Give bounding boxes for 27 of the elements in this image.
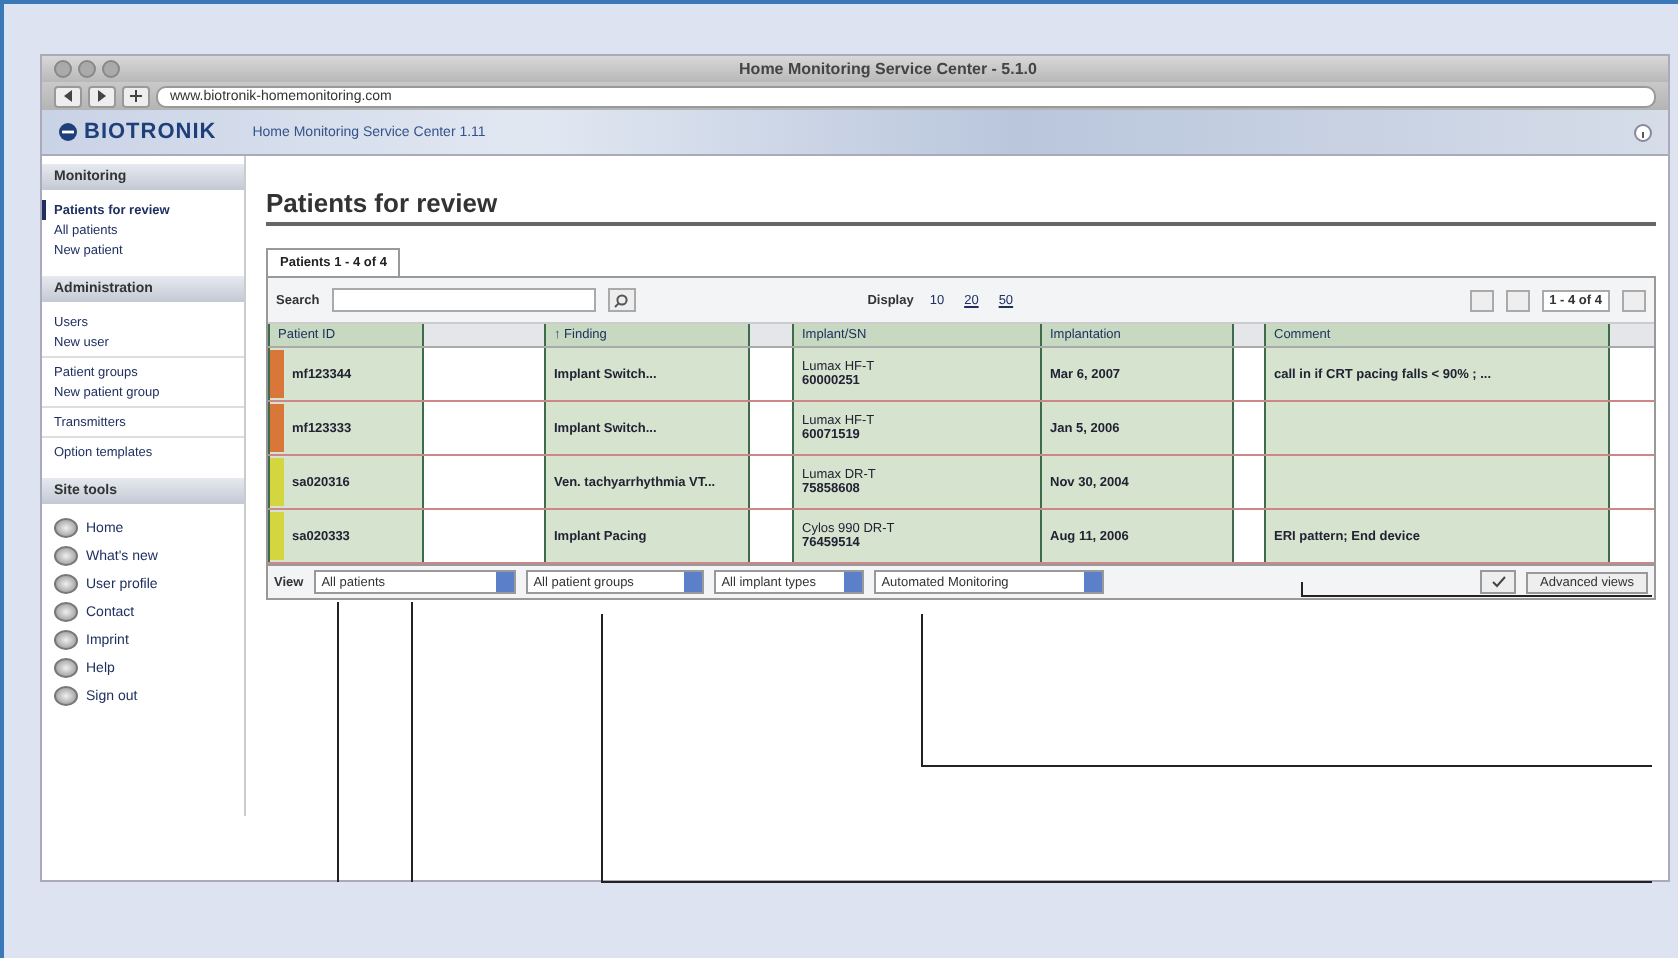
window-title: Home Monitoring Service Center - 5.1.0 [737, 60, 1039, 78]
round-button-icon [54, 602, 78, 622]
close-light-icon[interactable] [54, 60, 72, 78]
back-button[interactable] [54, 85, 82, 107]
forward-button[interactable] [88, 85, 116, 107]
round-button-icon [54, 686, 78, 706]
page-title: Patients for review [266, 188, 1656, 226]
search-icon[interactable] [607, 288, 636, 312]
logo-icon [58, 122, 78, 142]
round-button-icon [54, 658, 78, 678]
round-button-icon [54, 630, 78, 650]
first-page-button[interactable] [1469, 289, 1494, 311]
add-button[interactable] [122, 85, 150, 107]
left-arrow-icon [62, 90, 74, 102]
logo-text: BIOTRONIK [84, 120, 217, 144]
zoom-light-icon[interactable] [102, 60, 120, 78]
round-button-icon [54, 574, 78, 594]
round-button-icon [54, 546, 78, 566]
previous-page-button[interactable] [1505, 289, 1530, 311]
round-button-icon [54, 518, 78, 538]
minimize-light-icon[interactable] [78, 60, 96, 78]
check-icon[interactable] [1480, 570, 1517, 594]
right-arrow-icon [96, 90, 108, 102]
plus-icon [130, 90, 142, 102]
info-icon[interactable] [1634, 123, 1652, 141]
next-page-button[interactable] [1621, 289, 1646, 311]
search-field[interactable] [331, 288, 596, 312]
